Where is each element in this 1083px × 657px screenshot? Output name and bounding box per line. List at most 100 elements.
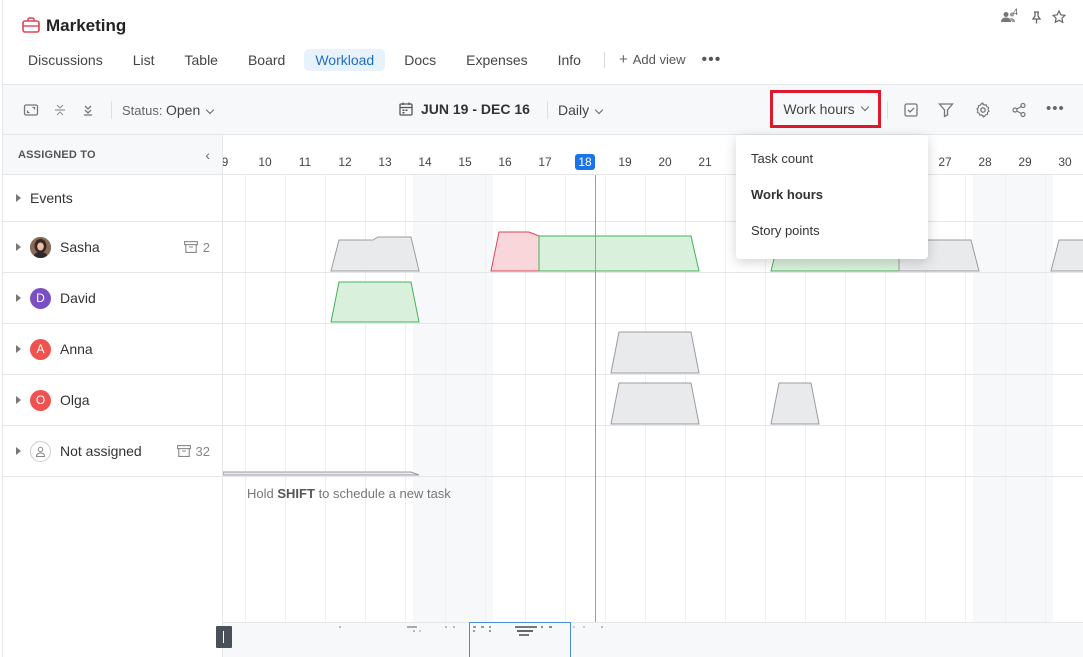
members-button[interactable]: 4 xyxy=(1000,7,1021,23)
row-name: Anna xyxy=(60,341,93,357)
chevron-down-icon xyxy=(594,105,604,115)
scrubber-handle[interactable] xyxy=(216,626,232,648)
metric-value: Work hours xyxy=(783,101,855,117)
tab-divider xyxy=(603,51,605,68)
tab-workload[interactable]: Workload xyxy=(304,48,386,71)
workload-timeline[interactable]: 9101112131415161718192021222324252627282… xyxy=(223,135,1083,622)
row-name: Events xyxy=(30,190,73,206)
avatar-photo-icon xyxy=(30,236,51,258)
workload-bar-over xyxy=(490,231,540,272)
add-view-label: Add view xyxy=(632,52,686,67)
expand-arrow-icon[interactable] xyxy=(16,447,21,455)
menu-item-work-hours[interactable]: Work hours xyxy=(736,177,928,213)
scale-dropdown[interactable]: Daily xyxy=(558,102,604,118)
hint-key: SHIFT xyxy=(277,486,315,501)
row-name: David xyxy=(60,290,96,306)
fullscreen-icon[interactable] xyxy=(23,102,39,118)
chevron-down-icon xyxy=(860,102,869,112)
menu-item-task-count[interactable]: Task count xyxy=(736,141,928,177)
expand-all-icon[interactable] xyxy=(80,102,96,118)
expand-arrow-icon[interactable] xyxy=(16,294,21,302)
checkbox-icon[interactable] xyxy=(903,102,919,118)
tab-table[interactable]: Table xyxy=(174,49,229,71)
status-value: Open xyxy=(166,102,201,118)
status-filter-dropdown[interactable]: Open xyxy=(166,102,215,118)
members-count: 4 xyxy=(1012,7,1018,17)
star-icon[interactable] xyxy=(1052,10,1066,24)
workload-bar xyxy=(223,471,420,476)
row-events[interactable]: Events xyxy=(3,175,222,222)
scrubber-window[interactable] xyxy=(469,622,571,657)
briefcase-icon xyxy=(22,17,40,33)
share-icon[interactable] xyxy=(1011,102,1027,118)
tab-docs[interactable]: Docs xyxy=(393,49,447,71)
tab-board[interactable]: Board xyxy=(237,49,296,71)
expand-arrow-icon[interactable] xyxy=(16,345,21,353)
more-options-icon[interactable]: ••• xyxy=(1046,100,1065,117)
add-view-button[interactable]: + Add view xyxy=(611,48,694,71)
hint-suffix: to schedule a new task xyxy=(318,486,451,501)
assigned-to-label: ASSIGNED TO xyxy=(18,149,96,161)
workload-bar xyxy=(1050,239,1083,272)
archive-count-value: 2 xyxy=(202,239,210,255)
scale-value: Daily xyxy=(558,102,590,118)
date-range-text: JUN 19 - DEC 16 xyxy=(421,101,530,117)
timeline-scrubber[interactable] xyxy=(223,622,1083,657)
archive-count[interactable]: 32 xyxy=(176,443,210,459)
page-title: Marketing xyxy=(46,16,127,35)
assigned-to-header: ASSIGNED TO ‹ xyxy=(3,135,222,175)
status-label: Status: xyxy=(122,103,163,118)
avatar: D xyxy=(30,287,51,309)
schedule-hint: Hold SHIFT to schedule a new task xyxy=(247,486,451,501)
tab-info[interactable]: Info xyxy=(547,49,592,71)
avatar: A xyxy=(30,338,51,360)
metric-menu: Task count Work hours Story points xyxy=(736,135,928,259)
plus-icon: + xyxy=(618,51,628,68)
row-name: Not assigned xyxy=(60,443,142,459)
row-name: Olga xyxy=(60,392,90,408)
assignee-panel: ASSIGNED TO ‹ Events Sasha 2 D David A A… xyxy=(3,135,223,657)
expand-arrow-icon[interactable] xyxy=(16,396,21,404)
workload-bar xyxy=(330,281,420,323)
workload-bar xyxy=(538,235,700,272)
project-header: Marketing 4 Discussions List Table Board… xyxy=(3,0,1083,85)
row-olga[interactable]: O Olga xyxy=(3,375,222,426)
archive-count[interactable]: 2 xyxy=(183,239,210,255)
calendar-icon xyxy=(399,102,413,116)
tab-discussions[interactable]: Discussions xyxy=(17,49,114,71)
pin-icon[interactable] xyxy=(1030,10,1043,24)
row-david[interactable]: D David xyxy=(3,273,222,324)
avatar: O xyxy=(30,389,51,411)
archive-icon xyxy=(183,241,198,253)
tab-expenses[interactable]: Expenses xyxy=(455,49,538,71)
gear-icon[interactable] xyxy=(975,102,991,118)
today-line xyxy=(595,175,596,622)
workload-bar xyxy=(770,382,820,425)
row-anna[interactable]: A Anna xyxy=(3,324,222,375)
date-range-picker[interactable]: JUN 19 - DEC 16 xyxy=(399,101,530,117)
expand-arrow-icon[interactable] xyxy=(16,243,21,251)
avatar xyxy=(30,236,51,258)
collapse-all-icon[interactable] xyxy=(52,102,68,118)
workload-bar xyxy=(610,331,700,374)
archive-icon xyxy=(176,445,191,457)
row-name: Sasha xyxy=(60,239,100,255)
expand-arrow-icon[interactable] xyxy=(16,194,21,202)
workload-bar xyxy=(330,236,420,272)
archive-count-value: 32 xyxy=(195,443,210,459)
row-sasha[interactable]: Sasha 2 xyxy=(3,222,222,273)
unassigned-user-icon xyxy=(30,440,51,462)
metric-dropdown[interactable]: Work hours xyxy=(770,90,881,128)
view-tabs: Discussions List Table Board Workload Do… xyxy=(17,48,721,71)
hint-prefix: Hold xyxy=(247,486,274,501)
workload-toolbar: Status: Open JUN 19 - DEC 16 Daily Work … xyxy=(3,85,1083,135)
more-tabs-icon[interactable]: ••• xyxy=(701,51,721,69)
row-not-assigned[interactable]: Not assigned 32 xyxy=(3,426,222,477)
filter-icon[interactable] xyxy=(938,102,954,118)
scrubber-preview xyxy=(339,626,603,636)
chevron-down-icon xyxy=(206,105,215,115)
workload-bars xyxy=(223,231,1083,476)
menu-item-story-points[interactable]: Story points xyxy=(736,213,928,249)
tab-list[interactable]: List xyxy=(122,49,166,71)
chevron-left-icon[interactable]: ‹ xyxy=(205,147,210,163)
